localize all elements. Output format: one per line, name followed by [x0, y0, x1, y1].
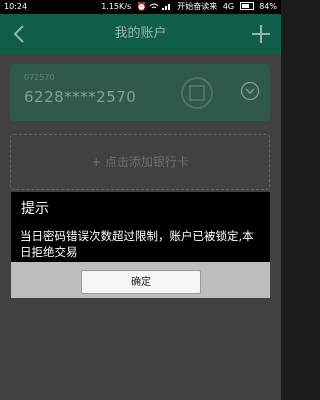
battery-percent: 84%	[259, 2, 277, 11]
bank-logo-icon	[181, 77, 213, 109]
battery-icon	[239, 2, 254, 10]
page-title: 我的账户	[114, 26, 167, 41]
card-number: 6228****2570	[24, 88, 137, 106]
dialog-header: 提示	[11, 192, 270, 228]
dialog-message: 当日密码错误次数超过限制，账户已被锁定,本日拒绝交易	[11, 226, 270, 262]
status-right: 1.15K/s ⏰ 开始奋读来 4G 84%	[98, 0, 277, 14]
wifi-icon	[149, 3, 159, 9]
alert-dialog: 提示 当日密码错误次数超过限制，账户已被锁定,本日拒绝交易 确定	[11, 192, 270, 298]
chevron-down-circle-icon[interactable]	[240, 81, 260, 101]
status-time: 10:24	[4, 2, 28, 11]
add-button[interactable]	[247, 20, 275, 48]
dialog-title: 提示	[21, 201, 49, 217]
card-label: 072570	[24, 73, 55, 82]
signal-icon	[161, 4, 170, 10]
add-bank-card-button[interactable]: + 点击添加银行卡	[10, 134, 270, 190]
status-bar: 10:24 1.15K/s ⏰ 开始奋读来 4G 84%	[0, 0, 281, 14]
bank-card[interactable]: 072570 6228****2570	[10, 64, 270, 121]
header-bar: 我的账户	[0, 14, 281, 54]
ok-button[interactable]: 确定	[81, 270, 201, 294]
dialog-footer: 确定	[11, 264, 270, 298]
carrier-name: 开始奋读来	[177, 2, 218, 11]
alarm-icon: ⏰	[136, 2, 147, 11]
add-card-label: + 点击添加银行卡	[91, 155, 189, 169]
network-speed: 1.15K/s	[101, 2, 132, 11]
network-type: 4G	[222, 2, 235, 11]
